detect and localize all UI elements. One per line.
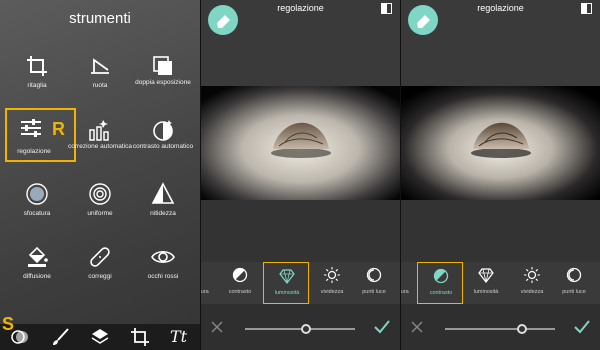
tool-label: diffusione [23, 273, 51, 280]
option-vividness[interactable]: vividezza [309, 262, 355, 304]
panel-title: regolazione [477, 3, 524, 13]
slider-knob[interactable] [517, 324, 527, 334]
highlights-icon [366, 267, 382, 283]
option-label: punti luce [362, 289, 386, 295]
option-contrast[interactable]: contrasto [217, 262, 263, 304]
apply-check-icon[interactable] [374, 320, 390, 334]
contrast-icon [433, 268, 449, 284]
double-exposure-icon [153, 56, 172, 75]
shell-photo [401, 86, 600, 200]
tool-label: ruota [92, 82, 108, 89]
value-slider[interactable] [445, 324, 555, 334]
tool-sharpen[interactable]: nitidezza [130, 180, 196, 236]
apply-check-icon[interactable] [574, 320, 590, 334]
highlights-icon [566, 267, 582, 283]
adjust-options: tura contrasto luminosità vividezza punt… [201, 262, 400, 304]
option-vividness[interactable]: vividezza [509, 262, 555, 304]
option-highlights[interactable]: punti luce [351, 262, 397, 304]
tool-red-eye[interactable]: occhi rossi [130, 243, 196, 299]
bottom-toolbar: Tt [0, 324, 200, 350]
option-brightness[interactable]: luminosità [463, 262, 509, 304]
value-slider[interactable] [245, 324, 355, 334]
tool-auto-contrast[interactable]: contrasto automatico [130, 116, 196, 172]
adjust-sliders-icon [21, 119, 41, 137]
tool-label: uniforme [87, 210, 113, 217]
compare-icon[interactable] [381, 3, 392, 14]
adjust-panel-contrast: regolazione tura contrasto luminosit [401, 0, 600, 350]
blur-icon [26, 183, 48, 205]
tool-dispersion[interactable]: diffusione [4, 243, 70, 299]
shell-photo [201, 86, 400, 200]
option-label: punti luce [562, 289, 586, 295]
text-icon[interactable]: Tt [170, 327, 190, 347]
crop-icon [27, 56, 47, 76]
heal-bandage-icon [90, 247, 110, 267]
panel-header: regolazione [201, 0, 400, 86]
option-label: contrasto [228, 289, 252, 295]
tool-smooth[interactable]: uniforme [67, 180, 133, 236]
rotate-icon [91, 58, 109, 74]
tool-crop[interactable]: ritaglia [4, 52, 70, 108]
annotation-badge-s: S [2, 314, 15, 334]
option-brightness[interactable]: luminosità [263, 262, 309, 304]
slider-controls [401, 304, 600, 350]
crop-tool-icon[interactable] [130, 327, 150, 347]
compare-icon[interactable] [581, 3, 592, 14]
auto-fix-icon [89, 120, 109, 141]
annotation-badge-r: R [52, 119, 65, 139]
tool-label: sfocatura [23, 210, 51, 217]
tool-rotate[interactable]: ruota [67, 52, 133, 108]
option-contrast[interactable]: contrasto [417, 262, 463, 304]
tool-label: nitidezza [150, 210, 176, 217]
tools-title: strumenti [69, 10, 131, 27]
cancel-icon[interactable] [211, 321, 223, 333]
panel-header: regolazione [401, 0, 600, 86]
option-highlights[interactable]: punti luce [551, 262, 597, 304]
cancel-icon[interactable] [411, 321, 423, 333]
sun-icon [324, 267, 340, 283]
tools-panel: strumenti ritaglia ruota doppia esposizi… [0, 0, 200, 350]
panel-title: regolazione [277, 3, 324, 13]
auto-contrast-icon [153, 120, 173, 141]
layers-icon[interactable] [90, 327, 110, 347]
diamond-icon [478, 268, 494, 283]
tool-label: correzione automatica [68, 143, 132, 150]
red-eye-icon [151, 250, 175, 264]
photo-preview [201, 86, 400, 200]
tool-label: correggi [88, 273, 112, 280]
contrast-icon [232, 267, 248, 283]
option-label: vividezza [520, 289, 544, 295]
tool-heal[interactable]: correggi [67, 243, 133, 299]
adjust-panel-brightness: regolazione tura contrasto luminosit [201, 0, 400, 350]
tool-label: doppia esposizione [135, 79, 191, 86]
sharpen-icon [151, 182, 175, 204]
tool-blur[interactable]: sfocatura [4, 180, 70, 236]
tool-label: ritaglia [27, 82, 47, 89]
tool-auto-fix[interactable]: correzione automatica [67, 116, 133, 172]
tool-label: contrasto automatico [132, 143, 194, 150]
dispersion-icon [28, 246, 48, 267]
tool-label: regolazione [17, 148, 51, 155]
tool-adjust[interactable]: regolazione [5, 108, 76, 162]
diamond-icon [279, 269, 295, 284]
slider-controls [201, 304, 400, 350]
slider-knob[interactable] [300, 324, 311, 334]
photo-preview [401, 86, 600, 200]
option-label: luminosità [473, 289, 499, 295]
smooth-icon [89, 183, 111, 205]
sun-icon [524, 267, 540, 283]
option-label: contrasto [429, 290, 453, 296]
brush-icon[interactable] [50, 327, 70, 347]
tool-label: occhi rossi [147, 273, 179, 280]
option-label: vividezza [320, 289, 344, 295]
option-label: luminosità [274, 290, 300, 296]
adjust-options: tura contrasto luminosità vividezza punt… [401, 262, 600, 304]
tool-double-exposure[interactable]: doppia esposizione [130, 52, 196, 108]
